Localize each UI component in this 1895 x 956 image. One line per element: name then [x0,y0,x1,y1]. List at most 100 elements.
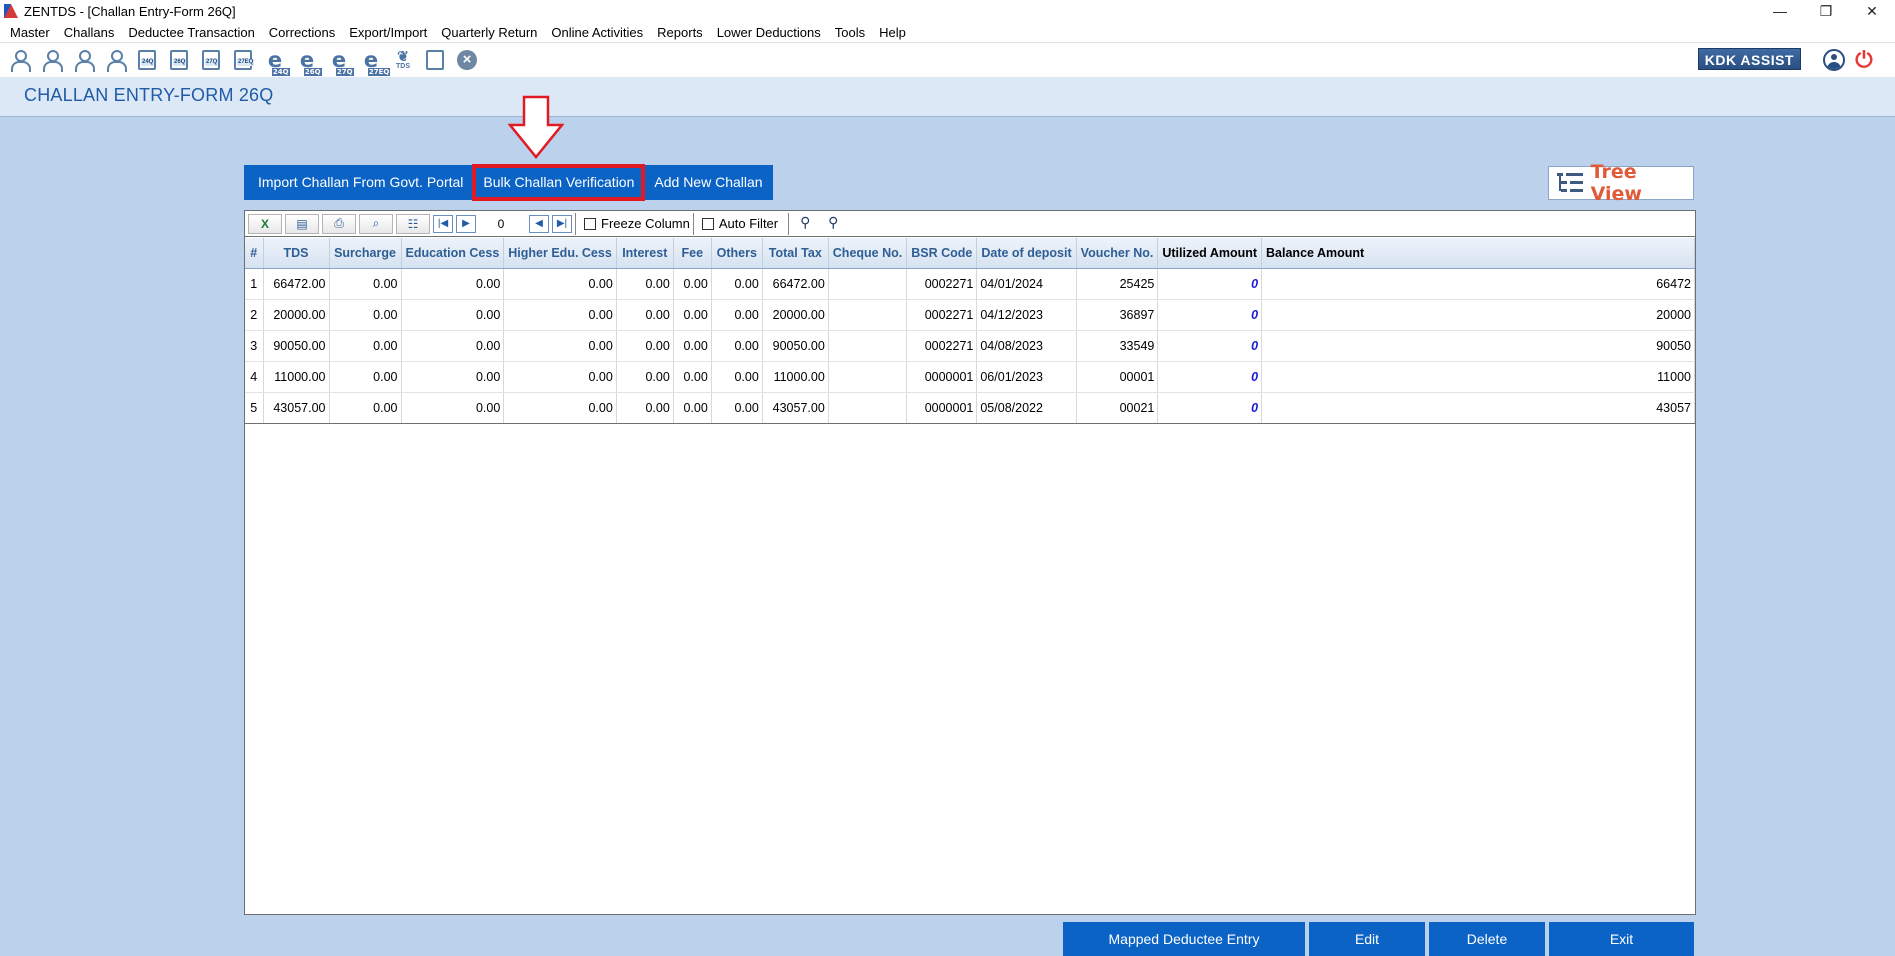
column-header-higher-edu-cess[interactable]: Higher Edu. Cess [503,238,617,269]
menu-challans[interactable]: Challans [57,22,122,43]
restore-button[interactable]: ❐ [1803,0,1849,22]
table-row[interactable]: 3 90050.00 0.00 0.00 0.00 0.00 0.00 0.00… [245,330,1695,362]
form-27eq-icon[interactable]: 27EQ [230,47,256,73]
table-header-row: # TDS Surcharge Education Cess Higher Ed… [245,238,1695,269]
menu-deductee-transaction[interactable]: Deductee Transaction [121,22,261,43]
party-icon[interactable] [102,47,128,73]
minimize-button[interactable]: — [1757,0,1803,22]
table-row[interactable]: 4 11000.00 0.00 0.00 0.00 0.00 0.00 0.00… [245,361,1695,393]
column-header-utilized-amount[interactable]: Utilized Amount [1157,238,1263,269]
menu-quarterly-return[interactable]: Quarterly Return [434,22,544,43]
cell-utilized-amount: 0 [1157,299,1263,331]
divider [575,212,576,235]
menu-export-import[interactable]: Export/Import [342,22,434,43]
column-header-education-cess[interactable]: Education Cess [401,238,505,269]
cell-cheque-no [828,361,908,393]
cell-balance-amount: 11000 [1261,361,1695,393]
close-window-button[interactable]: ✕ [1849,0,1895,22]
cell-others: 0.00 [711,299,763,331]
delete-button[interactable]: Delete [1429,922,1545,956]
kdk-assist-button[interactable]: KDK ASSIST [1697,48,1801,70]
menu-lower-deductions[interactable]: Lower Deductions [710,22,828,43]
form-26q-icon[interactable]: 26Q [166,47,192,73]
cell-index: 5 [245,392,264,424]
challan-table: # TDS Surcharge Education Cess Higher Ed… [245,238,1695,424]
cell-balance-amount: 20000 [1261,299,1695,331]
exit-button[interactable]: Exit [1549,922,1694,956]
table-row[interactable]: 5 43057.00 0.00 0.00 0.00 0.00 0.00 0.00… [245,392,1695,424]
menu-master[interactable]: Master [3,22,57,43]
e-return-27q-icon[interactable]: e 27Q [326,47,354,76]
user-icon[interactable] [1823,49,1845,71]
search-clear-icon[interactable]: ⚲ [828,214,848,234]
title-bar: ZENTDS - [Challan Entry-Form 26Q] — ❐ ✕ [0,0,1895,22]
menu-tools[interactable]: Tools [828,22,872,43]
column-header-tds[interactable]: TDS [263,238,330,269]
export-icon[interactable]: ▤ [285,213,319,234]
form-24q-icon[interactable]: 24Q [134,47,160,73]
e-return-27eq-icon[interactable]: e 27EQ [358,47,391,76]
column-header-surcharge[interactable]: Surcharge [329,238,402,269]
close-form-icon[interactable]: × [454,47,480,73]
menu-help[interactable]: Help [872,22,913,43]
column-header-date-of-deposit[interactable]: Date of deposit [976,238,1077,269]
column-header-cheque-no[interactable]: Cheque No. [828,238,908,269]
cell-total-tax: 43057.00 [762,392,829,424]
power-icon[interactable]: ⏻ [1853,49,1875,71]
form-27q-icon[interactable]: 27Q [198,47,224,73]
freeze-column-checkbox[interactable]: Freeze Column [584,216,690,231]
cell-higher-edu-cess: 0.00 [503,392,617,424]
mapped-deductee-entry-button[interactable]: Mapped Deductee Entry [1063,922,1305,956]
cell-tds: 11000.00 [263,361,330,393]
cell-voucher-no: 33549 [1076,330,1159,362]
cell-education-cess: 0.00 [401,330,505,362]
column-header-balance-amount[interactable]: Balance Amount [1261,238,1695,269]
column-header-index[interactable]: # [245,238,264,269]
previous-page-icon[interactable]: ◀ [529,214,549,233]
last-page-icon[interactable]: ▶| [552,214,572,233]
column-header-fee[interactable]: Fee [673,238,712,269]
page-title: CHALLAN ENTRY-FORM 26Q [24,85,274,105]
search-user-icon[interactable]: ⚲ [800,214,820,234]
column-header-voucher-no[interactable]: Voucher No. [1076,238,1159,269]
tds-icon[interactable]: ❦ TDS [390,47,416,73]
deductor-icon[interactable] [6,47,32,73]
table-row[interactable]: 1 66472.00 0.00 0.00 0.00 0.00 0.00 0.00… [245,268,1695,300]
menu-corrections[interactable]: Corrections [262,22,342,43]
add-new-challan-button[interactable]: Add New Challan [644,165,772,200]
column-header-interest[interactable]: Interest [616,238,674,269]
excel-export-icon[interactable]: X [248,213,282,234]
find-icon[interactable]: ⌕ [359,213,393,234]
deductees-icon[interactable] [38,47,64,73]
cell-utilized-amount: 0 [1157,330,1263,362]
bulk-challan-verification-button[interactable]: Bulk Challan Verification [472,164,646,201]
menu-online-activities[interactable]: Online Activities [544,22,650,43]
table-row[interactable]: 2 20000.00 0.00 0.00 0.00 0.00 0.00 0.00… [245,299,1695,331]
auto-filter-checkbox[interactable]: Auto Filter [701,216,778,231]
cell-tds: 20000.00 [263,299,330,331]
tree-view-button[interactable]: Tree View [1548,161,1694,205]
column-header-others[interactable]: Others [711,238,763,269]
column-header-total-tax[interactable]: Total Tax [762,238,829,269]
cell-fee: 0.00 [673,392,712,424]
cell-interest: 0.00 [616,361,674,393]
print-icon[interactable]: ⎙ [322,213,356,234]
cell-fee: 0.00 [673,330,712,362]
e-return-26q-icon[interactable]: e 26Q [294,47,322,76]
cell-bsr-code: 0000001 [906,392,978,424]
employee-icon[interactable] [70,47,96,73]
window-title: ZENTDS - [Challan Entry-Form 26Q] [24,3,236,19]
cell-others: 0.00 [711,330,763,362]
import-challan-button[interactable]: Import Challan From Govt. Portal [244,165,473,200]
hierarchy-icon[interactable]: ☷ [396,213,430,234]
cell-date-of-deposit: 06/01/2023 [976,361,1077,393]
notes-icon[interactable] [422,47,448,73]
menu-reports[interactable]: Reports [650,22,710,43]
cell-voucher-no: 00001 [1076,361,1159,393]
next-page-icon[interactable]: ▶ [456,214,476,233]
cell-bsr-code: 0002271 [906,299,978,331]
e-return-24q-icon[interactable]: e 24Q [262,47,290,76]
column-header-bsr-code[interactable]: BSR Code [906,238,978,269]
first-page-icon[interactable]: |◀ [433,214,453,233]
edit-button[interactable]: Edit [1309,922,1425,956]
